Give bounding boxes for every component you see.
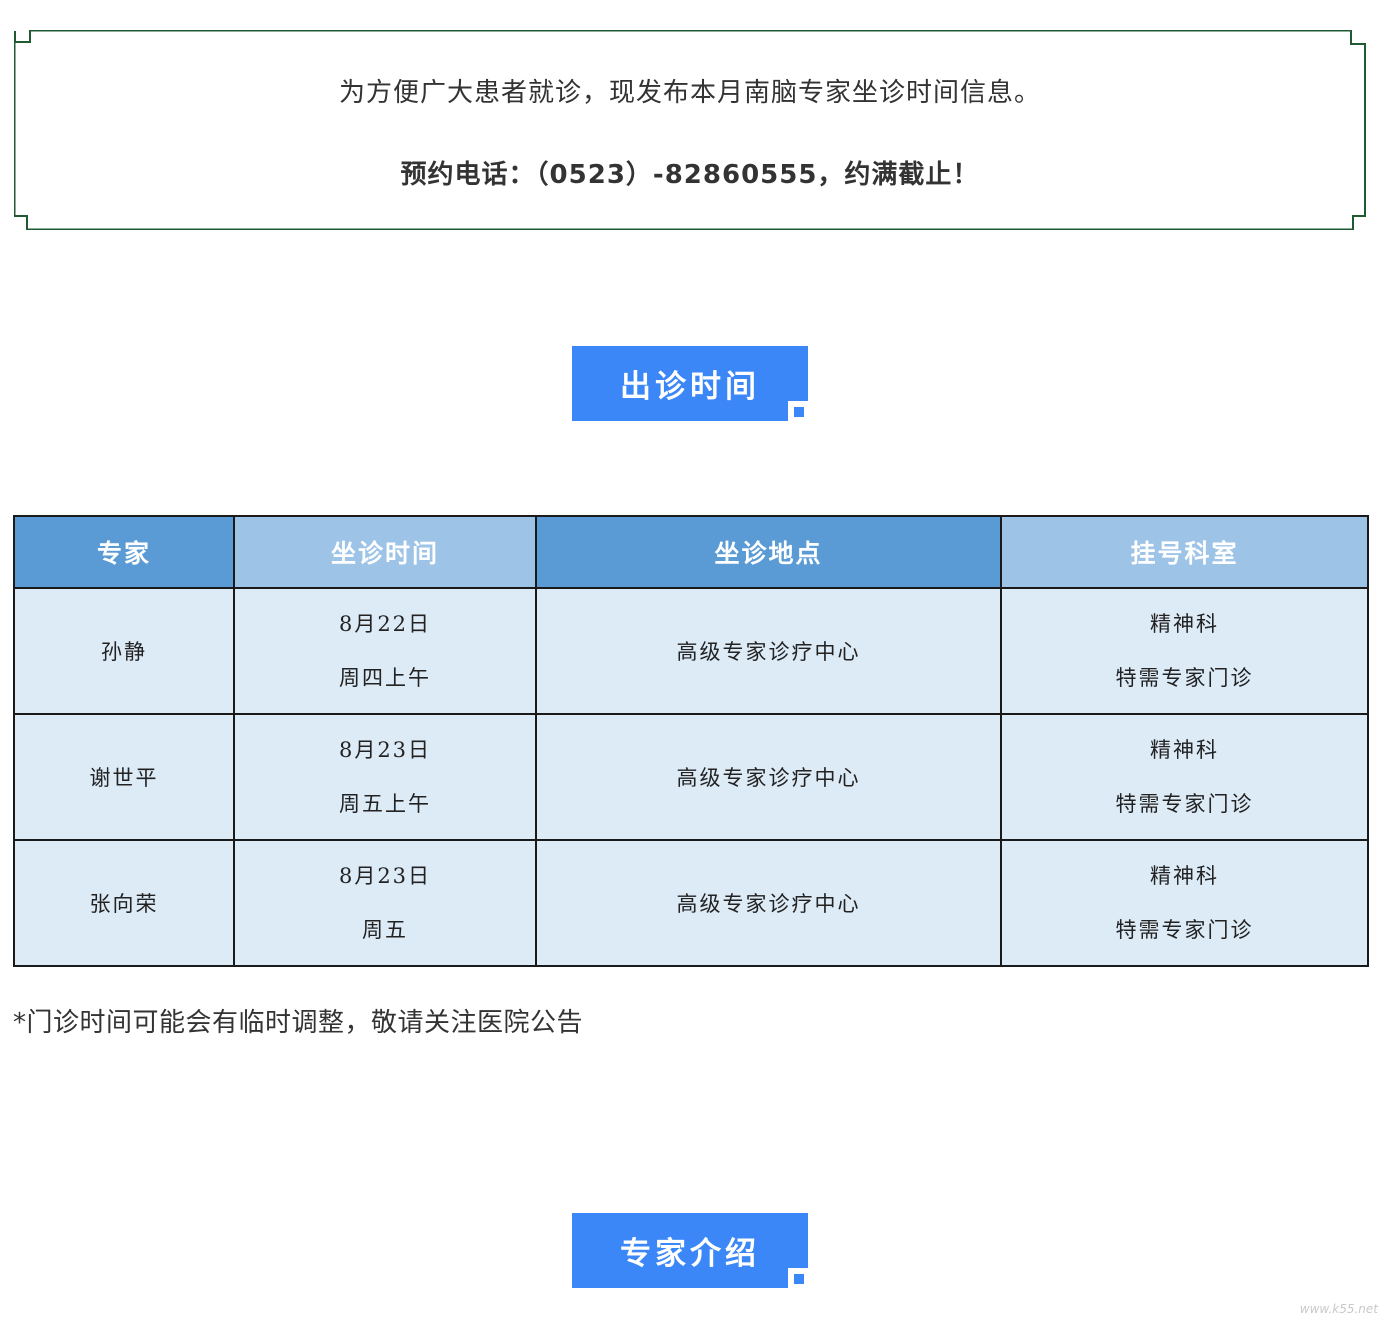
clinic-period: 周五上午 xyxy=(339,792,431,816)
column-header-expert: 专家 xyxy=(13,515,235,589)
clinic-time: 8月22日 周四上午 xyxy=(233,587,537,715)
clinic-period: 周五 xyxy=(362,918,408,942)
corner-decoration xyxy=(788,1268,808,1288)
clinic-period: 周四上午 xyxy=(339,666,431,690)
column-header-time: 坐诊时间 xyxy=(233,515,537,589)
corner-decoration xyxy=(788,401,808,421)
department-name: 精神科 xyxy=(1150,612,1219,636)
section-header-experts[interactable]: 专家介绍 xyxy=(572,1213,808,1288)
column-header-department: 挂号科室 xyxy=(1000,515,1369,589)
watermark: www.k55.net xyxy=(1299,1302,1378,1316)
appointment-phone: 预约电话：（0523）-82860555，约满截止！ xyxy=(400,160,980,190)
clinic-time: 8月23日 周五 xyxy=(233,839,537,967)
department-name: 精神科 xyxy=(1150,864,1219,888)
column-header-location: 坐诊地点 xyxy=(535,515,1002,589)
expert-name: 谢世平 xyxy=(13,713,235,841)
expert-name: 孙静 xyxy=(13,587,235,715)
clinic-location: 高级专家诊疗中心 xyxy=(535,839,1002,967)
clinic-date: 8月23日 xyxy=(338,738,432,762)
notice-box: 为方便广大患者就诊，现发布本月南脑专家坐诊时间信息。 预约电话：（0523）-8… xyxy=(14,30,1366,230)
department: 精神科 特需专家门诊 xyxy=(1000,839,1369,967)
section-title: 出诊时间 xyxy=(620,369,760,405)
department: 精神科 特需专家门诊 xyxy=(1000,587,1369,715)
table-row: 谢世平 8月23日 周五上午 高级专家诊疗中心 精神科 特需专家门诊 xyxy=(13,713,1369,841)
clinic-type: 特需专家门诊 xyxy=(1115,918,1254,942)
notice-frame xyxy=(14,30,1366,230)
footnote: *门诊时间可能会有临时调整，敬请关注医院公告 xyxy=(13,1008,584,1038)
expert-name: 张向荣 xyxy=(13,839,235,967)
section-title: 专家介绍 xyxy=(620,1236,760,1272)
table-row: 孙静 8月22日 周四上午 高级专家诊疗中心 精神科 特需专家门诊 xyxy=(13,587,1369,715)
notice-text: 为方便广大患者就诊，现发布本月南脑专家坐诊时间信息。 xyxy=(338,78,1041,108)
clinic-type: 特需专家门诊 xyxy=(1115,666,1254,690)
clinic-location: 高级专家诊疗中心 xyxy=(535,713,1002,841)
clinic-type: 特需专家门诊 xyxy=(1115,792,1254,816)
section-header-schedule[interactable]: 出诊时间 xyxy=(572,346,808,421)
clinic-location: 高级专家诊疗中心 xyxy=(535,587,1002,715)
schedule-table: 专家 坐诊时间 坐诊地点 挂号科室 孙静 8月22日 周四上午 高级专家诊疗中心… xyxy=(13,515,1369,967)
clinic-date: 8月22日 xyxy=(338,612,432,636)
department-name: 精神科 xyxy=(1150,738,1219,762)
table-header-row: 专家 坐诊时间 坐诊地点 挂号科室 xyxy=(13,515,1369,589)
table-row: 张向荣 8月23日 周五 高级专家诊疗中心 精神科 特需专家门诊 xyxy=(13,839,1369,967)
clinic-time: 8月23日 周五上午 xyxy=(233,713,537,841)
department: 精神科 特需专家门诊 xyxy=(1000,713,1369,841)
clinic-date: 8月23日 xyxy=(338,864,432,888)
